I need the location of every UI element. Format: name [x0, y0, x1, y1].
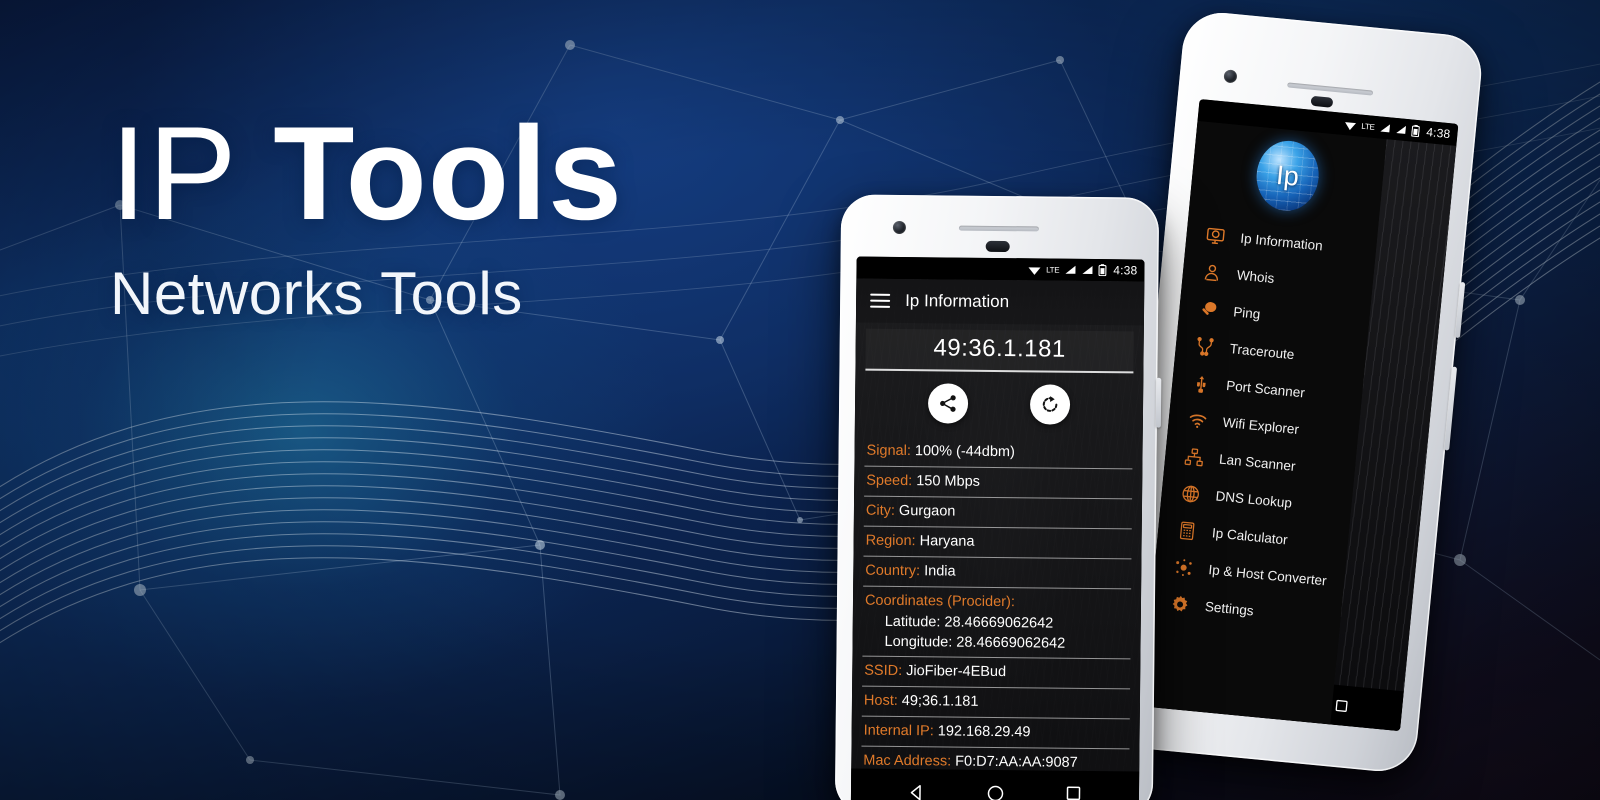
back-phone-proximity-sensor	[1310, 95, 1334, 108]
info-value: 192.168.29.49	[937, 723, 1031, 741]
whois-icon	[1200, 261, 1224, 285]
info-key: City:	[865, 502, 896, 519]
info-value: F0:D7:AA:AA:9087	[955, 753, 1078, 772]
info-key: Country:	[865, 562, 921, 579]
menu-item-label: Wifi Explorer	[1222, 414, 1300, 438]
info-row: Host: 49;36.1.181	[861, 685, 1131, 719]
lan-scanner-icon	[1182, 445, 1206, 469]
info-key: SSID:	[864, 662, 903, 680]
recents-square-icon[interactable]	[1065, 785, 1083, 800]
info-row: Country: India	[863, 555, 1132, 588]
signal-bars-icon	[1380, 124, 1390, 133]
front-phone-power-button[interactable]	[1155, 377, 1162, 428]
info-row: Signal: 100% (-44dbm)	[864, 436, 1132, 468]
front-phone-navigation-bar	[850, 768, 1140, 800]
wifi-icon	[1344, 121, 1356, 130]
settings-gear-icon	[1168, 592, 1192, 616]
info-row: Speed: 150 Mbps	[864, 465, 1133, 498]
front-phone-front-camera	[892, 220, 906, 235]
info-value: Haryana	[919, 532, 975, 550]
coordinates-row: Coordinates (Procider): Latitude: 28.466…	[862, 585, 1132, 659]
latitude-value: Latitude: 28.46669062642	[884, 613, 1054, 632]
info-row: Internal IP: 192.168.29.49	[861, 715, 1130, 749]
info-value: 150 Mbps	[916, 472, 981, 490]
info-value: 49;36.1.181	[901, 693, 979, 711]
refresh-icon	[1042, 395, 1058, 412]
menu-item-label: Ping	[1232, 304, 1262, 322]
info-row: SSID: JioFiber-4EBud	[862, 655, 1131, 689]
refresh-button[interactable]	[1029, 383, 1071, 425]
info-key: Host:	[863, 692, 898, 710]
info-row: Region: Haryana	[863, 525, 1132, 558]
drawer-header: Ip	[1189, 121, 1387, 231]
front-phone-proximity-sensor	[985, 240, 1010, 253]
ip-address-value: 49:36.1.181	[865, 329, 1133, 372]
menu-item-label: Whois	[1236, 267, 1275, 286]
info-key: Mac Address:	[863, 752, 952, 770]
menu-item-label: Traceroute	[1229, 341, 1296, 363]
dns-lookup-icon	[1179, 481, 1203, 505]
signal-bars-icon	[1082, 265, 1093, 274]
info-key: Region:	[865, 532, 916, 549]
longitude-value: Longitude: 28.46669062642	[884, 633, 1066, 652]
menu-item-label: Settings	[1204, 598, 1255, 619]
hamburger-menu-icon[interactable]	[870, 293, 891, 308]
menu-item-label: Ip & Host Converter	[1207, 562, 1328, 589]
ip-info-list: Signal: 100% (-44dbm) Speed: 150 Mbps Ci…	[851, 436, 1143, 800]
ping-icon	[1196, 297, 1220, 321]
port-scanner-icon	[1189, 371, 1213, 395]
info-value: Gurgaon	[898, 502, 956, 520]
title-light-part: IP	[110, 100, 236, 248]
drawer-menu-list: Ip Information Whois Ping Traceroute Por…	[1149, 213, 1377, 638]
menu-item-label: DNS Lookup	[1214, 488, 1293, 511]
hero-title-block: IP Tools Networks Tools	[110, 108, 623, 328]
action-buttons-row	[855, 370, 1144, 439]
promo-banner: IP Tools Networks Tools LTE 4:38 Ip Ip I…	[0, 0, 1600, 800]
ip-information-icon	[1204, 224, 1228, 248]
info-key: Signal:	[866, 442, 912, 459]
front-phone-earpiece-speaker	[958, 225, 1039, 232]
front-phone-app-content: Ip Information 49:36.1.181 Signal: 100% …	[850, 278, 1145, 800]
back-triangle-icon[interactable]	[907, 783, 926, 800]
hero-subtitle: Networks Tools	[110, 260, 523, 327]
page-title: IP Tools	[110, 108, 623, 241]
info-key: Speed:	[866, 472, 913, 489]
info-row: City: Gurgaon	[863, 495, 1133, 528]
front-phone-screen: LTE 4:38 Ip Information 49:36.1.181 Sign…	[850, 256, 1145, 800]
battery-icon	[1411, 124, 1420, 138]
info-value: 100% (-44dbm)	[914, 442, 1015, 460]
front-phone-status-bar: LTE 4:38	[856, 256, 1145, 282]
front-phone-mockup: LTE 4:38 Ip Information 49:36.1.181 Sign…	[834, 194, 1162, 800]
coordinates-key: Coordinates (Procider):	[864, 592, 1015, 610]
recents-square-icon[interactable]	[1334, 697, 1350, 713]
share-icon	[940, 394, 956, 412]
wifi-explorer-icon	[1186, 408, 1210, 432]
share-button[interactable]	[927, 382, 969, 424]
battery-icon	[1098, 264, 1107, 277]
status-bar-time: 4:38	[1113, 263, 1138, 278]
ip-host-converter-icon	[1172, 555, 1196, 579]
menu-item-label: Lan Scanner	[1218, 451, 1297, 474]
traceroute-icon	[1193, 334, 1217, 358]
menu-item-label: Ip Calculator	[1211, 525, 1289, 548]
ip-calculator-icon	[1175, 518, 1199, 542]
info-value: India	[924, 562, 956, 580]
menu-item-label: Port Scanner	[1225, 377, 1306, 401]
ip-address-card: 49:36.1.181	[865, 329, 1134, 373]
signal-bars-icon	[1065, 265, 1076, 274]
info-value: JioFiber-4EBud	[906, 663, 1007, 681]
globe-icon: Ip	[1253, 138, 1322, 214]
network-type-label: LTE	[1046, 265, 1060, 275]
status-bar-time: 4:38	[1425, 124, 1452, 142]
wifi-icon	[1028, 266, 1041, 275]
info-key: Internal IP:	[863, 722, 934, 740]
app-bar: Ip Information	[855, 278, 1145, 326]
home-circle-icon[interactable]	[986, 783, 1005, 800]
app-bar-title: Ip Information	[905, 291, 1010, 312]
menu-item-label: Ip Information	[1239, 230, 1324, 254]
app-logo-text: Ip	[1274, 159, 1301, 192]
network-type-label: LTE	[1361, 121, 1376, 132]
title-bold-part: Tools	[273, 100, 623, 248]
signal-bars-icon	[1396, 125, 1406, 134]
